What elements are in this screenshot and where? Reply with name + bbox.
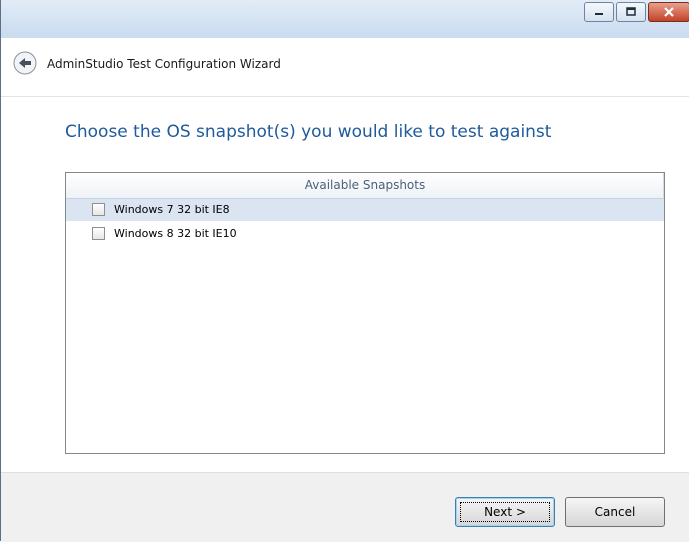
wizard-footer: Next > Cancel [1, 472, 689, 542]
window-controls [582, 2, 689, 28]
header-divider [1, 96, 689, 97]
focus-rectangle [460, 502, 550, 522]
column-divider [663, 173, 664, 198]
cancel-button-label: Cancel [594, 505, 636, 519]
cancel-button[interactable]: Cancel [565, 497, 665, 527]
list-item[interactable]: Windows 8 32 bit IE10 [66, 223, 664, 245]
snapshot-checkbox[interactable] [92, 203, 105, 216]
wizard-window: AdminStudio Test Configuration Wizard Ch… [0, 0, 689, 542]
wizard-title: AdminStudio Test Configuration Wizard [47, 57, 281, 71]
column-header-available-snapshots[interactable]: Available Snapshots [66, 173, 664, 199]
back-arrow-icon[interactable] [13, 51, 37, 75]
snapshot-label: Windows 8 32 bit IE10 [114, 227, 237, 240]
title-bar [1, 0, 689, 38]
snapshot-checkbox[interactable] [92, 227, 105, 240]
snapshot-label: Windows 7 32 bit IE8 [114, 203, 230, 216]
wizard-header: AdminStudio Test Configuration Wizard [1, 38, 689, 98]
next-button[interactable]: Next > [455, 497, 555, 527]
page-heading: Choose the OS snapshot(s) you would like… [65, 122, 552, 142]
list-item[interactable]: Windows 7 32 bit IE8 [66, 199, 664, 221]
maximize-icon [626, 7, 636, 16]
close-icon [664, 7, 674, 17]
close-button[interactable] [648, 2, 689, 22]
minimize-button[interactable] [584, 2, 614, 22]
column-header-label: Available Snapshots [304, 178, 426, 192]
minimize-icon [595, 13, 603, 15]
snapshots-listbox[interactable]: Available Snapshots Windows 7 32 bit IE8… [65, 172, 665, 454]
maximize-button[interactable] [616, 2, 646, 22]
